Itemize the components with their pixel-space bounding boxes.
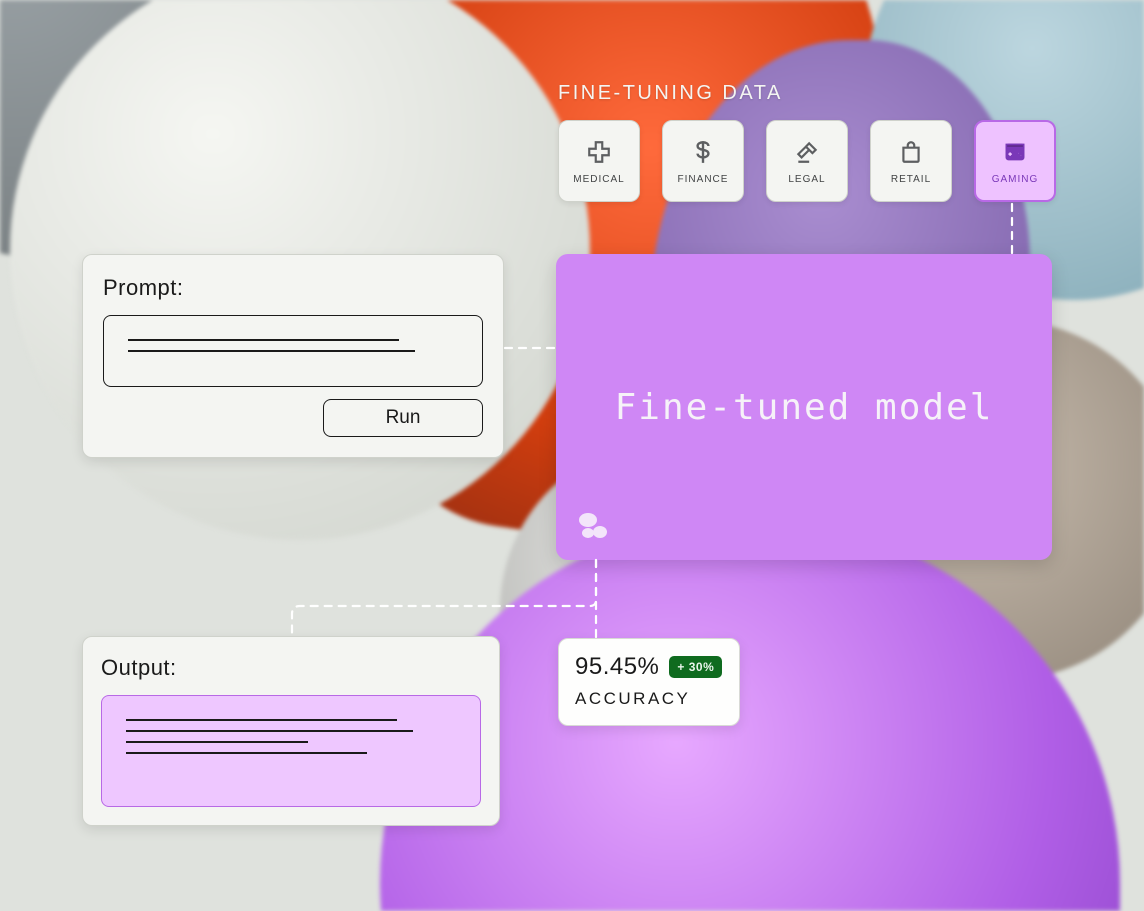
placeholder-line [126, 719, 397, 721]
tile-legal[interactable]: LEGAL [766, 120, 848, 202]
placeholder-line [126, 741, 308, 743]
prompt-title: Prompt: [103, 275, 483, 301]
run-button[interactable]: Run [323, 399, 483, 437]
model-title: Fine-tuned model [615, 387, 994, 428]
output-card: Output: [82, 636, 500, 826]
tile-label: RETAIL [891, 174, 931, 185]
tile-label: GAMING [992, 174, 1039, 185]
plus-medical-icon [585, 138, 613, 166]
prompt-input[interactable] [103, 315, 483, 387]
placeholder-line [126, 752, 367, 754]
accuracy-card: 95.45% + 30% ACCURACY [558, 638, 740, 726]
prompt-card: Prompt: Run [82, 254, 504, 458]
output-title: Output: [101, 655, 481, 681]
output-display [101, 695, 481, 807]
accuracy-label: ACCURACY [575, 689, 723, 709]
section-title: FINE-TUNING DATA [558, 82, 783, 105]
tile-label: FINANCE [678, 174, 729, 185]
tile-finance[interactable]: FINANCE [662, 120, 744, 202]
brand-logo-icon [578, 510, 608, 540]
tile-gaming[interactable]: GAMING [974, 120, 1056, 202]
accuracy-value: 95.45% [575, 653, 659, 681]
gavel-icon [793, 138, 821, 166]
tile-label: MEDICAL [573, 174, 624, 185]
tile-medical[interactable]: MEDICAL [558, 120, 640, 202]
placeholder-line [128, 339, 399, 341]
placeholder-line [126, 730, 413, 732]
accuracy-delta-badge: + 30% [669, 656, 722, 678]
shopping-bag-icon [897, 138, 925, 166]
tile-label: LEGAL [788, 174, 825, 185]
model-card: Fine-tuned model [556, 254, 1052, 560]
placeholder-line [128, 350, 415, 352]
domain-tiles: MEDICAL FINANCE LEGAL [558, 120, 1056, 202]
tile-retail[interactable]: RETAIL [870, 120, 952, 202]
dollar-icon [689, 138, 717, 166]
gamepad-icon [1001, 138, 1029, 166]
